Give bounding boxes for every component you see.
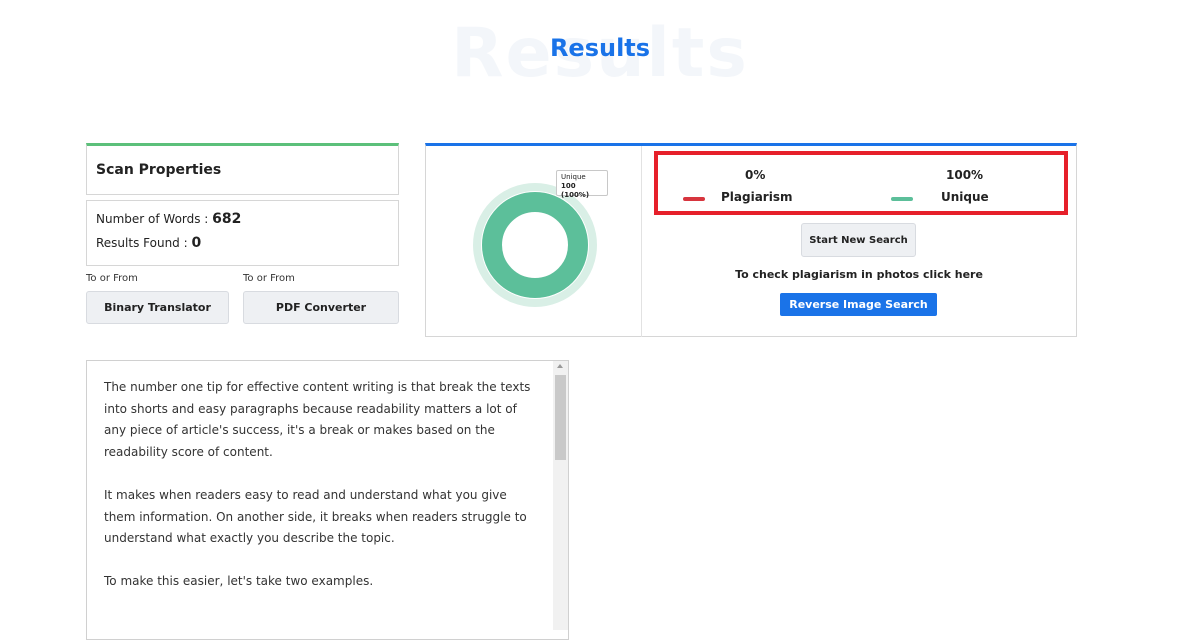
tool-caption-binary: To or From — [86, 273, 138, 284]
scroll-up-arrow-icon[interactable] — [557, 364, 563, 368]
scan-properties-header: Scan Properties — [86, 143, 399, 195]
unique-label: Unique — [941, 190, 989, 204]
content-text-area[interactable]: The number one tip for effective content… — [86, 360, 569, 640]
plagiarism-label: Plagiarism — [721, 190, 793, 204]
word-count-value: 682 — [212, 211, 242, 227]
page-title: Results — [549, 34, 651, 62]
content-paragraph-3: To make this easier, let's take two exam… — [104, 574, 374, 588]
page-title-area: Results Results — [0, 14, 1200, 94]
unique-swatch — [891, 197, 913, 201]
content-paragraph-1: The number one tip for effective content… — [104, 380, 531, 459]
scan-properties-title: Scan Properties — [96, 162, 222, 178]
photo-check-text: To check plagiarism in photos click here — [735, 268, 983, 281]
tool-caption-pdf: To or From — [243, 273, 295, 284]
pdf-converter-button[interactable]: PDF Converter — [243, 291, 399, 324]
content-scrollbar[interactable] — [553, 361, 568, 630]
results-found-label: Results Found : — [96, 236, 192, 250]
content-paragraph-2: It makes when readers easy to read and u… — [104, 488, 527, 545]
start-new-search-button[interactable]: Start New Search — [801, 223, 916, 257]
scroll-thumb[interactable] — [555, 375, 566, 460]
donut-unique-segment[interactable] — [482, 192, 588, 298]
plagiarism-swatch — [683, 197, 705, 201]
results-divider — [641, 146, 642, 337]
binary-translator-button[interactable]: Binary Translator — [86, 291, 229, 324]
results-found-value: 0 — [191, 235, 202, 251]
plagiarism-percent: 0% — [745, 168, 766, 182]
word-count-row: Number of Words : 682 — [96, 211, 241, 227]
results-found-row: Results Found : 0 — [96, 235, 201, 251]
word-count-label: Number of Words : — [96, 212, 213, 226]
reverse-image-search-button[interactable]: Reverse Image Search — [780, 293, 937, 316]
donut-tooltip: Unique 100 (100%) — [556, 170, 608, 199]
unique-percent: 100% — [946, 168, 984, 182]
tooltip-series: Unique — [561, 173, 586, 181]
scan-properties-panel: Number of Words : 682 Results Found : 0 — [86, 200, 399, 266]
stats-highlight-box — [654, 151, 1068, 215]
tooltip-value: 100 (100%) — [561, 182, 590, 199]
